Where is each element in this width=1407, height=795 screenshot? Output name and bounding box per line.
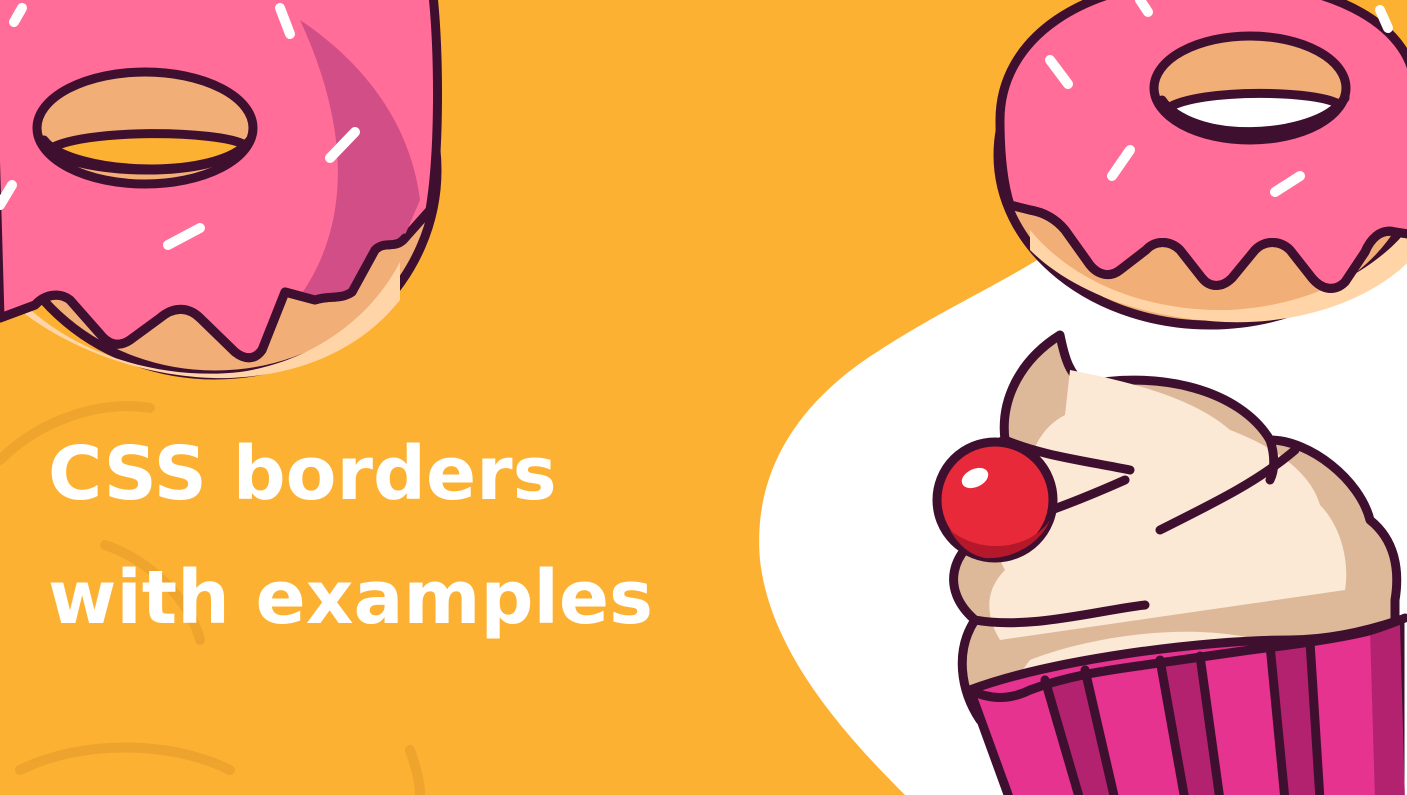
title-line-2: with examples <box>48 555 654 641</box>
title-line-1: CSS borders <box>48 431 557 517</box>
donut-icon <box>993 0 1407 330</box>
title: CSS borders with examples <box>48 412 768 660</box>
illustration <box>0 0 1407 795</box>
donut-icon <box>0 0 442 380</box>
banner: CSS borders with examples <box>0 0 1407 795</box>
